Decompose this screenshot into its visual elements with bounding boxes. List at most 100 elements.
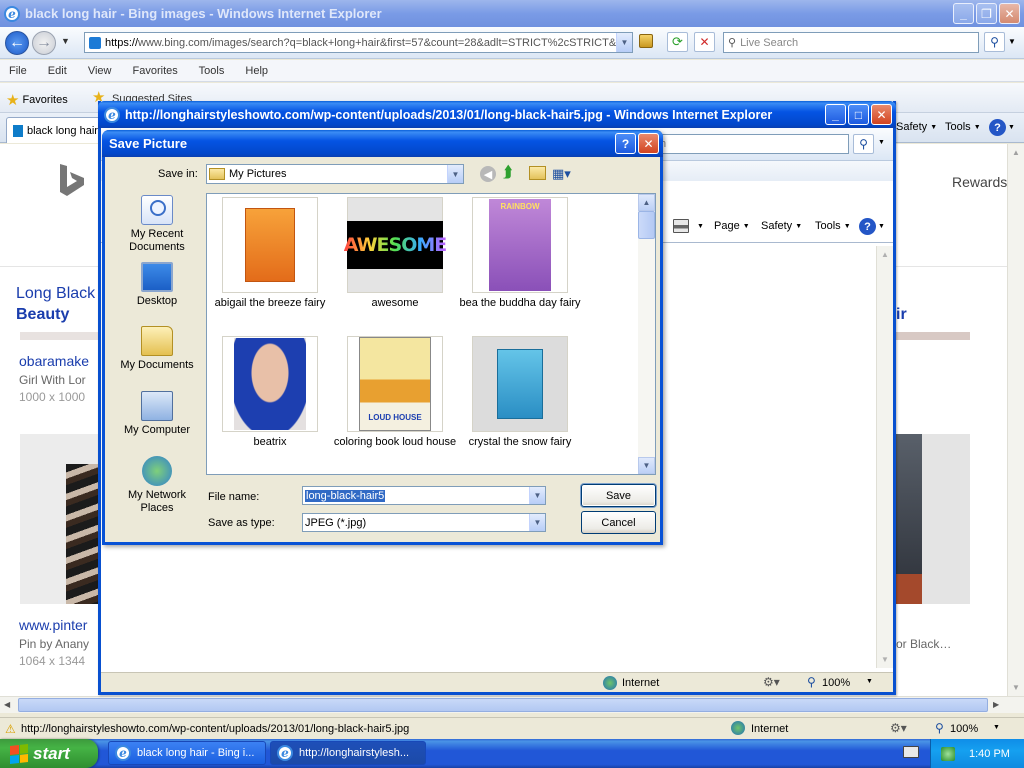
lock-icon[interactable] <box>639 34 653 48</box>
save-in-dropdown-icon[interactable]: ▼ <box>447 165 463 183</box>
menu-tools[interactable]: Tools <box>199 65 225 77</box>
menu-view[interactable]: View <box>88 65 112 77</box>
file-thumb-crystal[interactable] <box>472 336 568 432</box>
menu-help[interactable]: Help <box>245 65 268 77</box>
file-thumb-abigail[interactable] <box>222 197 318 293</box>
tray-keyboard-icon[interactable] <box>903 746 919 758</box>
result1-site[interactable]: obaramake <box>19 353 89 369</box>
main-zoom-dropdown-icon[interactable]: ▼ <box>993 724 1000 731</box>
main-help-dropdown-icon[interactable]: ▼ <box>1008 124 1015 131</box>
history-dropdown-icon[interactable]: ▼ <box>61 36 70 46</box>
file-name-beatrix[interactable]: beatrix <box>207 436 340 449</box>
popup-search-options-icon[interactable]: ▼ <box>878 139 885 146</box>
up-folder-icon[interactable]: ⮭ <box>503 164 512 182</box>
popup-help-icon[interactable]: ? <box>859 218 876 235</box>
place-recent-documents[interactable]: My Recent Documents <box>112 195 202 254</box>
file-list-view[interactable]: abigail the breeze fairy AWESOME awesome… <box>206 193 656 475</box>
back-button[interactable]: ← <box>5 31 29 55</box>
popup-zoom-icon[interactable]: ⚲ <box>807 675 816 689</box>
back-folder-icon[interactable]: ◀ <box>480 166 496 182</box>
results-right-heading[interactable]: ir <box>896 306 907 324</box>
main-status-zoom[interactable]: 100% <box>950 723 978 735</box>
file-thumb-bea[interactable]: RAINBOW <box>472 197 568 293</box>
popup-search-input[interactable]: h <box>655 134 849 154</box>
menu-favorites[interactable]: Favorites <box>133 65 178 77</box>
main-zoom-icon[interactable]: ⚲ <box>935 721 944 735</box>
popup-tools-menu[interactable]: Tools ▼ <box>815 220 851 232</box>
popup-search-go-icon[interactable]: ⚲ <box>853 134 874 154</box>
file-name-loud-house[interactable]: coloring book loud house <box>325 436 465 449</box>
main-horizontal-scrollbar[interactable]: ◀ ▶ <box>0 696 1024 713</box>
stop-icon[interactable]: ✕ <box>694 32 715 52</box>
close-button[interactable]: ✕ <box>999 3 1020 24</box>
save-in-dropdown[interactable]: My Pictures ▼ <box>206 164 464 184</box>
taskbar-item-popup[interactable]: e http://longhairstylesh... <box>270 741 426 765</box>
tray-network-icon[interactable] <box>941 746 955 761</box>
main-scroll-left-icon[interactable]: ◀ <box>4 700 10 709</box>
save-button[interactable]: Save <box>581 484 656 507</box>
bing-logo-icon[interactable] <box>58 162 86 198</box>
main-scroll-down-icon[interactable]: ▼ <box>1008 679 1024 696</box>
result2-site[interactable]: www.pinter <box>19 617 87 633</box>
main-protected-mode-icon[interactable]: ⚙▾ <box>890 721 907 735</box>
popup-help-dropdown-icon[interactable]: ▼ <box>878 223 885 230</box>
file-name-abigail[interactable]: abigail the breeze fairy <box>207 297 340 310</box>
file-thumb-awesome[interactable]: AWESOME <box>344 197 447 293</box>
file-name-dropdown-icon[interactable]: ▼ <box>529 487 545 504</box>
dialog-help-button[interactable]: ? <box>615 133 636 154</box>
file-name-input[interactable]: long-black-hair5 ▼ <box>302 486 546 505</box>
result2-image[interactable] <box>20 434 98 604</box>
views-menu-icon[interactable]: ▦▾ <box>552 166 571 182</box>
taskbar-item-bing[interactable]: e black long hair - Bing i... <box>108 741 266 765</box>
popup-maximize-button[interactable]: □ <box>848 104 869 125</box>
popup-print-dropdown-icon[interactable]: ▼ <box>697 223 704 230</box>
file-scroll-thumb[interactable] <box>638 211 655 239</box>
address-dropdown-icon[interactable]: ▼ <box>616 33 632 52</box>
file-list-scrollbar[interactable]: ▲ ▼ <box>638 194 655 474</box>
popup-protected-mode-icon[interactable]: ⚙▾ <box>763 675 780 689</box>
popup-page-menu[interactable]: Page ▼ <box>714 220 750 232</box>
address-field[interactable]: https:// www.bing.com/images/search?q=bl… <box>84 32 633 53</box>
place-network[interactable]: My Network Places <box>112 456 202 515</box>
file-scroll-down-icon[interactable]: ▼ <box>638 457 655 474</box>
minimize-button[interactable]: _ <box>953 3 974 24</box>
popup-vertical-scrollbar[interactable]: ▲ ▼ <box>876 246 893 668</box>
popup-close-button[interactable]: ✕ <box>871 104 892 125</box>
popup-zoom-dropdown-icon[interactable]: ▼ <box>866 678 873 685</box>
main-safety-menu[interactable]: Safety ▼ <box>896 121 937 133</box>
dialog-close-button[interactable]: ✕ <box>638 133 659 154</box>
popup-print-icon[interactable] <box>673 219 689 233</box>
main-hscroll-thumb[interactable] <box>18 698 988 712</box>
file-name-bea[interactable]: bea the buddha day fairy <box>450 297 590 310</box>
search-options-icon[interactable]: ▼ <box>1008 37 1016 46</box>
cancel-button[interactable]: Cancel <box>581 511 656 534</box>
main-vertical-scrollbar[interactable]: ▲ ▼ <box>1007 144 1024 696</box>
popup-status-zoom[interactable]: 100% <box>822 677 850 689</box>
place-my-documents[interactable]: My Documents <box>112 326 202 372</box>
file-name-awesome[interactable]: awesome <box>325 297 465 310</box>
file-thumb-loud-house[interactable]: LOUD HOUSE <box>347 336 443 432</box>
tab-black-long-hair[interactable]: black long hair <box>6 117 102 143</box>
main-scroll-up-icon[interactable]: ▲ <box>1008 144 1024 161</box>
place-my-computer[interactable]: My Computer <box>112 391 202 437</box>
popup-safety-menu[interactable]: Safety ▼ <box>761 220 802 232</box>
results-heading-line2[interactable]: Beauty <box>16 306 69 324</box>
start-button[interactable]: start <box>0 739 98 768</box>
search-go-button[interactable]: ⚲ <box>984 32 1005 52</box>
rewards-link[interactable]: Rewards <box>952 174 1007 190</box>
popup-scroll-down-icon[interactable]: ▼ <box>877 651 893 668</box>
file-scroll-up-icon[interactable]: ▲ <box>638 194 655 211</box>
results-heading-line1[interactable]: Long Black <box>16 285 95 303</box>
refresh-icon[interactable]: ⟳ <box>667 32 688 52</box>
save-type-dropdown-icon[interactable]: ▼ <box>529 514 545 531</box>
popup-scroll-up-icon[interactable]: ▲ <box>877 246 893 263</box>
popup-minimize-button[interactable]: _ <box>825 104 846 125</box>
new-folder-icon[interactable] <box>529 166 546 180</box>
restore-button[interactable]: ❐ <box>976 3 997 24</box>
place-desktop[interactable]: Desktop <box>112 262 202 308</box>
main-tools-menu[interactable]: Tools ▼ <box>945 121 981 133</box>
main-scroll-right-icon[interactable]: ▶ <box>993 700 999 709</box>
main-help-icon[interactable]: ? <box>989 119 1006 136</box>
forward-button[interactable]: → <box>32 31 56 55</box>
favorites-button[interactable]: ★ Favorites <box>6 91 68 109</box>
